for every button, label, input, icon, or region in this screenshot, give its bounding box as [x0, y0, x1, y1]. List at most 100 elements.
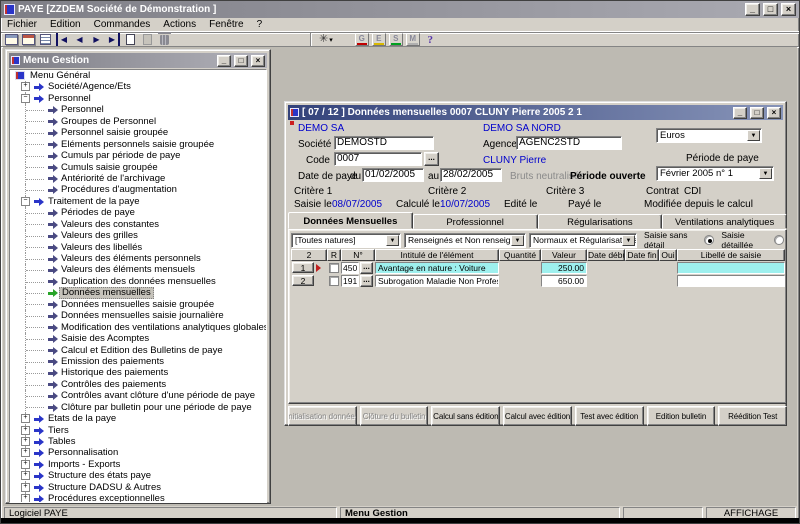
expand-icon[interactable]: + — [21, 448, 30, 457]
column-header-valeur[interactable]: Valeur — [541, 249, 587, 261]
chevron-down-icon[interactable]: ▼ — [759, 168, 772, 179]
maximize-button[interactable]: □ — [763, 3, 778, 16]
intitule-field[interactable]: Subrogation Maladie Non Professionn — [375, 275, 499, 287]
expand-icon[interactable]: + — [21, 414, 30, 423]
expand-icon[interactable]: + — [21, 437, 30, 446]
column-header-oui[interactable]: Oui — [659, 249, 677, 261]
libelle-saisie-field[interactable] — [677, 275, 785, 287]
next-record-button[interactable]: ▶ — [90, 33, 103, 46]
duplicate-form-icon[interactable] — [22, 33, 35, 46]
dialog-close-button[interactable]: × — [767, 107, 781, 119]
element-code-field[interactable]: 191 — [341, 275, 359, 287]
tab-donn-es-mensuelles[interactable]: Données Mensuelles — [288, 212, 413, 229]
date-to-field[interactable]: 28/02/2005 — [440, 168, 502, 182]
list-icon[interactable] — [39, 33, 52, 46]
calcul-sans-dition-button[interactable]: Calcul sans édition — [431, 406, 500, 426]
tab-professionnel[interactable]: Professionnel — [413, 214, 538, 229]
column-header-libell-de-saisie[interactable]: Libellé de saisie — [677, 249, 785, 261]
column-header-intitul-de-l-l-ment[interactable]: Intitulé de l'élément — [375, 249, 499, 261]
currency-select[interactable]: Euros▼ — [656, 128, 762, 143]
tree-item-traitement-de-la-paye[interactable]: −Traitement de la paye — [10, 196, 266, 207]
societe-field[interactable]: DEMOSTD — [334, 136, 434, 150]
tree-item-cumuls-par-p-riode-de-paye[interactable]: Cumuls par période de paye — [10, 150, 266, 161]
tree-item-soci-t-agence-ets[interactable]: +Société/Agence/Ets — [10, 81, 266, 92]
chevron-down-icon[interactable]: ▼ — [747, 130, 760, 141]
menu-fichier[interactable]: Fichier — [7, 19, 37, 30]
tree-item-valeurs-des-grilles[interactable]: Valeurs des grilles — [10, 230, 266, 241]
tree-item-etats-de-la-paye[interactable]: +Etats de la paye — [10, 413, 266, 424]
mode-icon-s[interactable]: S — [389, 33, 403, 46]
row-checkbox[interactable] — [329, 276, 339, 286]
menu-commandes[interactable]: Commandes — [94, 19, 151, 30]
options-gear-icon[interactable]: ✳▾ — [319, 33, 333, 46]
first-record-button[interactable]: ◀ — [56, 33, 69, 46]
renseignes-filter-select[interactable]: Renseignés et Non renseignés▼ — [404, 233, 526, 248]
tree-item-donn-es-mensuelles-saisie-group-e[interactable]: Données mensuelles saisie groupée — [10, 299, 266, 310]
valeur-field[interactable]: 250.00 — [541, 262, 587, 274]
collapse-icon[interactable]: − — [21, 94, 30, 103]
tree-item-contr-les-des-paiements[interactable]: Contrôles des paiements — [10, 379, 266, 390]
minimize-button[interactable]: _ — [745, 3, 760, 16]
tree-item-proc-dures-exceptionnelles[interactable]: +Procédures exceptionnelles — [10, 493, 266, 503]
tab-r-gularisations[interactable]: Régularisations — [538, 214, 663, 229]
mode-icon-m[interactable]: M — [406, 33, 420, 46]
chevron-down-icon[interactable]: ▼ — [622, 235, 635, 246]
column-header-r[interactable]: R — [327, 249, 341, 261]
tree-item-duplication-des-donn-es-mensuelles[interactable]: Duplication des données mensuelles — [10, 276, 266, 287]
tree-item-cl-ture-par-bulletin-pour-une-p-riode-de-p[interactable]: Clôture par bulletin pour une période de… — [10, 402, 266, 413]
expand-icon[interactable]: + — [21, 426, 30, 435]
column-header-date-d-but[interactable]: Date début — [587, 249, 625, 261]
normaux-filter-select[interactable]: Normaux et Régularisations▼ — [529, 233, 637, 248]
collapse-icon[interactable]: − — [21, 197, 30, 206]
saisie-detaillee-radio[interactable] — [774, 235, 784, 245]
expand-icon[interactable]: + — [21, 471, 30, 480]
tree-item-contr-les-avant-cl-ture-d-une-p-riode-de-p[interactable]: Contrôles avant clôture d'une période de… — [10, 390, 266, 401]
tree-item-valeurs-des-constantes[interactable]: Valeurs des constantes — [10, 219, 266, 230]
row-checkbox[interactable] — [329, 263, 339, 273]
tree-item-personnalisation[interactable]: +Personnalisation — [10, 447, 266, 458]
element-lookup-button[interactable]: ... — [360, 262, 373, 274]
calcul-avec-dition-button[interactable]: Calcul avec édition — [503, 406, 572, 426]
tree-item-donn-es-mensuelles[interactable]: Données mensuelles — [10, 287, 266, 298]
r-dition-test-button[interactable]: Réédition Test — [718, 406, 787, 426]
tree-item-imports-exports[interactable]: +Imports - Exports — [10, 459, 266, 470]
libelle-saisie-field[interactable] — [677, 262, 785, 274]
expand-icon[interactable]: + — [21, 460, 30, 469]
tree-maximize-button[interactable]: □ — [234, 55, 248, 67]
tree-item-historique-des-paiements[interactable]: Historique des paiements — [10, 367, 266, 378]
column-header-quantit[interactable]: Quantité — [499, 249, 541, 261]
menu-fen-tre[interactable]: Fenêtre — [209, 19, 243, 30]
tree-item-tiers[interactable]: +Tiers — [10, 425, 266, 436]
open-form-icon[interactable] — [5, 33, 18, 46]
column-header-2[interactable]: 2 — [291, 249, 327, 261]
mode-icon-e[interactable]: E — [372, 33, 386, 46]
code-lookup-button[interactable]: ... — [424, 152, 439, 166]
chevron-down-icon[interactable]: ▼ — [386, 235, 399, 246]
code-field[interactable]: 0007 — [334, 152, 422, 166]
close-button[interactable]: × — [781, 3, 796, 16]
edition-bulletin-button[interactable]: Edition bulletin — [647, 406, 716, 426]
tree-item-personnel[interactable]: −Personnel — [10, 93, 266, 104]
tree-item-proc-dures-d-augmentation[interactable]: Procédures d'augmentation — [10, 184, 266, 195]
tree-item-personnel[interactable]: Personnel — [10, 104, 266, 115]
chevron-down-icon[interactable]: ▼ — [511, 235, 524, 246]
tree-item-cumuls-saisie-group-e[interactable]: Cumuls saisie groupée — [10, 162, 266, 173]
tree-item-menu-g-n-ral[interactable]: Menu Général — [10, 70, 266, 81]
tree-item-structure-des-tats-paye[interactable]: +Structure des états paye — [10, 470, 266, 481]
tree-minimize-button[interactable]: _ — [217, 55, 231, 67]
previous-record-button[interactable]: ◀ — [73, 33, 86, 46]
test-avec-dition-button[interactable]: Test avec édition — [575, 406, 644, 426]
element-code-field[interactable]: 450 — [341, 262, 359, 274]
dialog-minimize-button[interactable]: _ — [733, 107, 747, 119]
tree-item-donn-es-mensuelles-saisie-journali-re[interactable]: Données mensuelles saisie journalière — [10, 310, 266, 321]
expand-icon[interactable]: + — [21, 483, 30, 492]
tree-item-saisie-des-acomptes[interactable]: Saisie des Acomptes — [10, 333, 266, 344]
tree-item-valeurs-des-libell-s[interactable]: Valeurs des libellés — [10, 242, 266, 253]
intitule-field[interactable]: Avantage en nature : Voiture — [375, 262, 499, 274]
row-number-button[interactable]: 1 — [292, 262, 314, 273]
new-record-icon[interactable] — [124, 33, 137, 46]
last-record-button[interactable]: ▶ — [107, 33, 120, 46]
tab-ventilations-analytiques[interactable]: Ventilations analytiques — [662, 214, 787, 229]
element-lookup-button[interactable]: ... — [360, 275, 373, 287]
mode-icon-g[interactable]: G — [355, 33, 369, 46]
